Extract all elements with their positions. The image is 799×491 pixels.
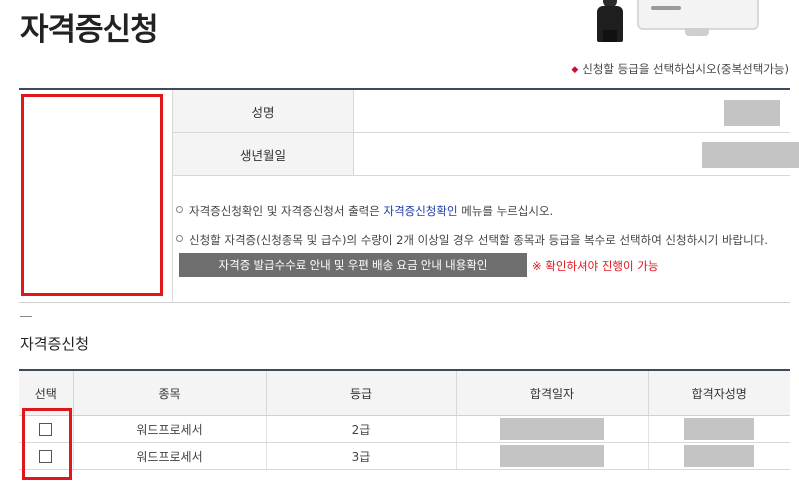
birth-label: 생년월일 bbox=[173, 132, 354, 176]
monitor-stand bbox=[685, 28, 709, 36]
applicant-info-table: 성명 생년월일 bbox=[173, 90, 799, 176]
monitor-button-graphic bbox=[651, 6, 681, 10]
holder-name-cell bbox=[647, 415, 790, 443]
header-holder-name: 합격자성명 bbox=[647, 370, 790, 416]
masked-pass-date bbox=[500, 445, 604, 467]
pass-date-cell bbox=[455, 442, 648, 470]
checkbox-icon[interactable] bbox=[39, 450, 53, 463]
note-2-text: 신청할 자격증(신청종목 및 급수)의 수량이 2개 이상일 경우 선택할 종목… bbox=[189, 233, 768, 247]
header-select: 선택 bbox=[19, 370, 73, 416]
name-label: 성명 bbox=[173, 90, 354, 133]
header-grade: 등급 bbox=[265, 370, 456, 416]
monitor-icon bbox=[637, 0, 759, 30]
bullet-diamond-icon: ◆ bbox=[571, 65, 579, 75]
grade-cell: 2급 bbox=[265, 415, 456, 443]
masked-pass-date bbox=[500, 418, 604, 440]
masked-name bbox=[724, 100, 780, 126]
birth-value bbox=[353, 132, 799, 176]
note-1-suffix: 메뉴를 누르십시오. bbox=[457, 204, 554, 218]
fee-info-button[interactable]: 자격증 발급수수료 안내 및 우편 배송 요금 안내 내용확인 bbox=[179, 253, 527, 277]
birth-row: 생년월일 bbox=[173, 132, 799, 176]
section-title: 자격증신청 bbox=[20, 335, 90, 353]
section-divider bbox=[20, 316, 32, 317]
selection-notice: ◆ 신청할 등급을 선택하십시오(중복선택가능) bbox=[571, 61, 789, 77]
table-row: 워드프로세서 2급 bbox=[19, 415, 790, 443]
subject-cell: 워드프로세서 bbox=[72, 415, 266, 443]
note-1-prefix: 자격증신청확인 및 자격증신청서 출력은 bbox=[189, 204, 384, 218]
cert-table: 선택 종목 등급 합격일자 합격자성명 워드프로세서 2급 워드프로세서 3급 bbox=[19, 369, 790, 470]
header-pass-date: 합격일자 bbox=[455, 370, 648, 416]
subject-cell: 워드프로세서 bbox=[72, 442, 266, 470]
header-subject: 종목 bbox=[72, 370, 266, 416]
name-value bbox=[353, 90, 790, 133]
select-cell bbox=[19, 415, 73, 443]
masked-holder-name bbox=[684, 445, 755, 467]
name-row: 성명 bbox=[173, 90, 790, 133]
note-line-2: 신청할 자격증(신청종목 및 급수)의 수량이 2개 이상일 경우 선택할 종목… bbox=[176, 232, 768, 248]
cert-table-header: 선택 종목 등급 합격일자 합격자성명 bbox=[19, 370, 790, 416]
pass-date-cell bbox=[455, 415, 648, 443]
checkbox-icon[interactable] bbox=[39, 423, 53, 436]
cert-check-link[interactable]: 자격증신청확인 bbox=[383, 204, 457, 218]
select-cell bbox=[19, 442, 73, 470]
grade-cell: 3급 bbox=[265, 442, 456, 470]
holder-name-cell bbox=[647, 442, 790, 470]
masked-holder-name bbox=[684, 418, 755, 440]
note-line-1: 자격증신청확인 및 자격증신청서 출력은 자격증신청확인 메뉴를 누르십시오. bbox=[176, 203, 768, 219]
fee-warning: ※ 확인하셔야 진행이 가능 bbox=[532, 259, 659, 273]
circle-bullet-icon bbox=[176, 235, 183, 242]
circle-bullet-icon bbox=[176, 206, 183, 213]
page-title: 자격증신청 bbox=[20, 12, 159, 48]
hero-illustration bbox=[593, 0, 773, 42]
photo-slot bbox=[21, 94, 163, 296]
person-legs bbox=[603, 30, 617, 42]
masked-birthdate bbox=[702, 142, 799, 168]
selection-notice-text: 신청할 등급을 선택하십시오(중복선택가능) bbox=[582, 62, 789, 76]
table-row: 워드프로세서 3급 bbox=[19, 442, 790, 470]
